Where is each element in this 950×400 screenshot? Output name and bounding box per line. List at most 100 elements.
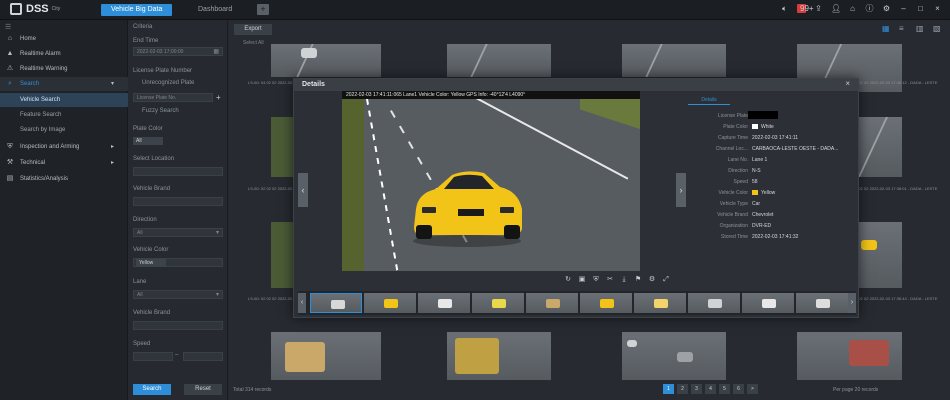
page-3[interactable]: 3 bbox=[691, 384, 702, 394]
expand-icon[interactable]: ⤢ bbox=[662, 276, 670, 284]
collapse-menu-icon[interactable]: ☰ bbox=[5, 23, 11, 31]
settings-icon[interactable]: ⚙ bbox=[648, 276, 656, 284]
road-shoulder-line bbox=[366, 98, 400, 271]
tab-vehicle-big-data[interactable]: Vehicle Big Data bbox=[101, 4, 173, 16]
nav-item-realtime-alarm[interactable]: ▲ Realtime Alarm bbox=[0, 47, 128, 61]
nav-item-realtime-warning[interactable]: ⚠ Realtime Warning bbox=[0, 62, 128, 76]
add-plate-icon[interactable]: + bbox=[216, 93, 221, 102]
nav-item-technical[interactable]: ⚒ Technical ▸ bbox=[0, 156, 128, 170]
vehicle-brand-input-top[interactable] bbox=[133, 197, 223, 206]
result-thumbnail[interactable] bbox=[271, 332, 381, 380]
vehicle-brand-input[interactable] bbox=[133, 321, 223, 330]
strip-thumbnail[interactable] bbox=[472, 293, 524, 313]
speaker-icon[interactable]: 🔈︎ bbox=[780, 4, 789, 13]
plate-color-tag[interactable]: All bbox=[133, 137, 163, 145]
upload-icon[interactable]: ⇪ bbox=[814, 4, 823, 13]
strip-thumbnail[interactable] bbox=[796, 293, 848, 313]
nav-item-home[interactable]: ⌂ Home bbox=[0, 32, 128, 46]
speed-min-input[interactable] bbox=[133, 352, 173, 361]
strip-thumbnail[interactable] bbox=[310, 293, 362, 313]
detail-row: Direction N-S bbox=[688, 166, 856, 176]
result-thumbnail[interactable] bbox=[271, 44, 381, 77]
page-6[interactable]: 6 bbox=[733, 384, 744, 394]
close-icon[interactable]: × bbox=[933, 4, 942, 13]
refresh-icon[interactable]: ↻ bbox=[564, 276, 572, 284]
result-thumbnail[interactable] bbox=[859, 117, 902, 177]
detail-value-text: Chevrolet bbox=[752, 212, 774, 218]
page-2[interactable]: 2 bbox=[677, 384, 688, 394]
lane-select[interactable]: All ▾ bbox=[133, 290, 223, 299]
capture-photo[interactable]: 2022-02-03 17:41:11:065 Lane1 Vehicle Co… bbox=[342, 91, 640, 271]
grid-view-icon[interactable]: ▦ bbox=[882, 24, 891, 33]
strip-thumbnail[interactable] bbox=[526, 293, 578, 313]
strip-thumbnail[interactable] bbox=[634, 293, 686, 313]
modal-header: Details bbox=[294, 79, 858, 91]
nav-sub-feature-search[interactable]: Feature Search bbox=[0, 108, 128, 122]
alarm-badge[interactable]: 99+ bbox=[797, 4, 814, 13]
search-button[interactable]: Search bbox=[133, 384, 171, 395]
detail-value: Car bbox=[752, 199, 856, 209]
select-all-checkbox[interactable]: Select All bbox=[243, 40, 264, 46]
strip-thumbnail[interactable] bbox=[418, 293, 470, 313]
strip-thumbnail[interactable] bbox=[364, 293, 416, 313]
vehicle-color-select[interactable]: Yellow bbox=[133, 258, 223, 267]
result-thumbnail[interactable] bbox=[622, 332, 726, 380]
nav-item-inspection[interactable]: ⛨ Inspection and Arming ▸ bbox=[0, 140, 128, 154]
strip-thumbnail[interactable] bbox=[688, 293, 740, 313]
strip-next-button[interactable]: › bbox=[848, 293, 856, 313]
cut-icon[interactable]: ✂ bbox=[606, 276, 614, 284]
result-thumbnail[interactable] bbox=[797, 332, 902, 380]
plate-input[interactable]: License Plate No. bbox=[133, 93, 213, 102]
modal-close-button[interactable]: × bbox=[845, 79, 850, 88]
next-image-button[interactable]: › bbox=[676, 173, 686, 207]
result-thumbnail[interactable] bbox=[447, 332, 551, 380]
strip-thumbnail[interactable] bbox=[742, 293, 794, 313]
location-input[interactable] bbox=[133, 167, 223, 176]
page-1[interactable]: 1 bbox=[663, 384, 674, 394]
vehicle-color-tag[interactable]: Yellow bbox=[136, 259, 166, 267]
download-icon[interactable]: ⤓ bbox=[620, 276, 628, 284]
strip-vehicle bbox=[384, 299, 398, 308]
flag-icon[interactable]: ⚑ bbox=[634, 276, 642, 284]
detail-row: Stored Time 2022-02-03 17:41:32 bbox=[688, 232, 856, 242]
strip-thumbnail[interactable] bbox=[580, 293, 632, 313]
info-icon[interactable]: ⓘ bbox=[865, 4, 874, 13]
result-thumbnail[interactable] bbox=[622, 44, 726, 77]
save-icon[interactable]: ▣ bbox=[578, 276, 586, 284]
next-page-button[interactable]: > bbox=[747, 384, 758, 394]
settings-icon[interactable]: ⚙ bbox=[882, 4, 891, 13]
nav-item-label: Statistics/Analysis bbox=[20, 176, 69, 182]
minimize-icon[interactable]: – bbox=[899, 4, 908, 13]
nav-item-search[interactable]: ⌕ Search ▾ bbox=[0, 77, 128, 91]
add-tab-button[interactable]: + bbox=[257, 4, 269, 15]
shield-icon[interactable]: ⛨ bbox=[592, 276, 600, 284]
prev-image-button[interactable]: ‹ bbox=[298, 173, 308, 207]
tab-details[interactable]: Details bbox=[688, 95, 730, 105]
export-button[interactable]: Export bbox=[234, 24, 272, 35]
result-thumbnail[interactable] bbox=[859, 222, 902, 288]
user-icon[interactable]: 👤︎ bbox=[831, 4, 841, 13]
maximize-icon[interactable]: □ bbox=[916, 4, 925, 13]
nav-item-statistics[interactable]: ▤ Statistics/Analysis bbox=[0, 172, 128, 186]
lane-value: All bbox=[137, 292, 143, 298]
fuzzy-search-checkbox[interactable]: Fuzzy Search bbox=[142, 108, 179, 114]
result-thumbnail[interactable] bbox=[447, 44, 551, 77]
speed-max-input[interactable] bbox=[183, 352, 223, 361]
nav-sub-vehicle-search[interactable]: Vehicle Search bbox=[0, 93, 128, 107]
result-thumbnail[interactable] bbox=[271, 222, 295, 288]
end-time-input[interactable]: 2022-02-03 17:00:00 ▦ bbox=[133, 47, 223, 56]
detail-value: DVR-ED bbox=[752, 221, 856, 231]
card-view-icon[interactable]: ▥ bbox=[916, 24, 925, 33]
nav-sub-search-by-image[interactable]: Search by Image bbox=[0, 123, 128, 137]
reset-button[interactable]: Reset bbox=[184, 384, 222, 395]
direction-select[interactable]: All ▾ bbox=[133, 228, 223, 237]
result-thumbnail[interactable] bbox=[271, 117, 295, 177]
page-5[interactable]: 5 bbox=[719, 384, 730, 394]
strip-prev-button[interactable]: ‹ bbox=[298, 293, 306, 313]
lock-icon[interactable]: ⌂ bbox=[848, 4, 857, 13]
map-view-icon[interactable]: ▧ bbox=[933, 24, 942, 33]
page-4[interactable]: 4 bbox=[705, 384, 716, 394]
tab-dashboard[interactable]: Dashboard bbox=[188, 4, 242, 16]
unrecognized-plate-checkbox[interactable]: Unrecognized Plate bbox=[142, 80, 194, 86]
list-view-icon[interactable]: ≡ bbox=[899, 24, 908, 33]
